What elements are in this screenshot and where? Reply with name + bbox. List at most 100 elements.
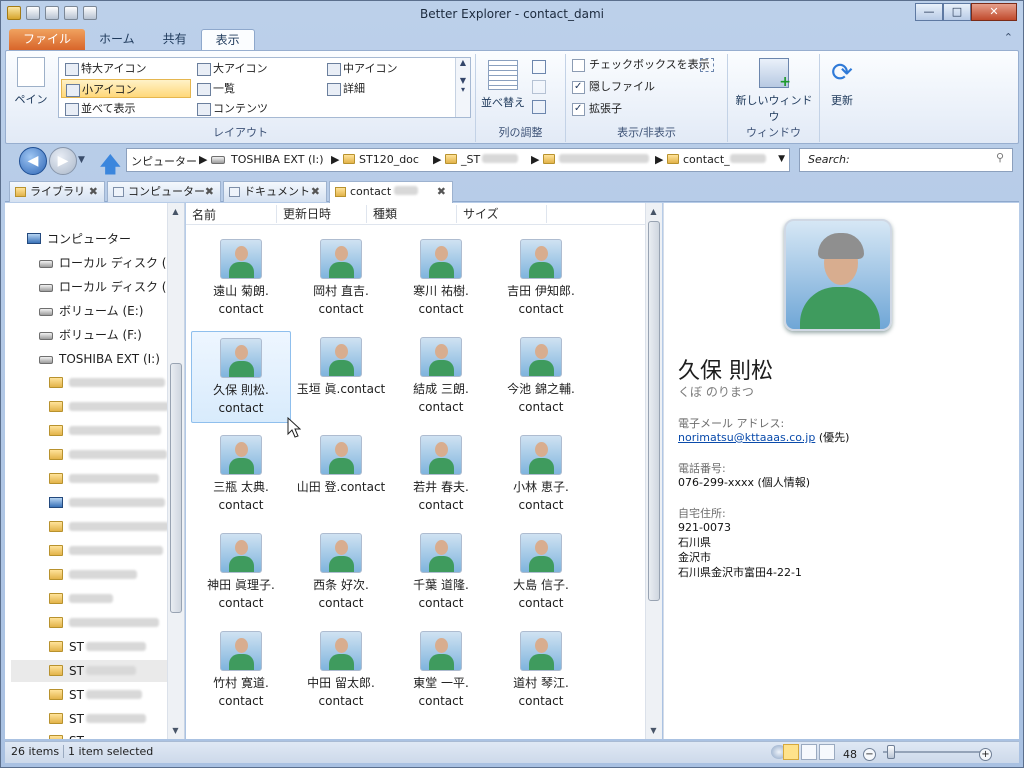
tab-share[interactable]: 共有 [149, 29, 201, 50]
scroll-thumb[interactable] [648, 221, 660, 601]
column-modified[interactable]: 更新日時 [276, 205, 331, 223]
scroll-down-icon[interactable]: ▼ [168, 726, 183, 735]
contact-file-tile[interactable]: 玉垣 眞.contact [291, 331, 391, 423]
layout-small-icons[interactable]: 小アイコン [61, 79, 191, 98]
contact-file-tile[interactable]: 竹村 寛道. contact [191, 625, 291, 717]
view-icons-button[interactable] [783, 744, 799, 760]
close-tab-icon[interactable]: ✖ [437, 182, 446, 201]
file-name: 中田 留太郎. [307, 676, 375, 690]
layout-large-icons[interactable]: 大アイコン [193, 59, 323, 78]
crumb-computer[interactable]: ンピューター [131, 153, 197, 169]
contact-file-tile[interactable]: 寒川 祐樹. contact [391, 233, 491, 325]
scroll-thumb[interactable] [170, 363, 182, 613]
folder-icon [49, 593, 63, 604]
maximize-button[interactable]: □ [943, 3, 971, 21]
crumb-st[interactable]: _ST [445, 153, 519, 166]
contact-file-tile[interactable]: 道村 琴江. contact [491, 625, 591, 717]
layout-details[interactable]: 詳細 [323, 79, 453, 98]
view-details-button[interactable] [801, 744, 817, 760]
add-columns-icon[interactable] [532, 80, 546, 94]
address-bar[interactable]: ンピューター ▶ TOSHIBA EXT (I:) ▶ ST120_doc ▶ … [126, 148, 790, 172]
new-window-button[interactable]: + 新しいウィンドウ [734, 58, 814, 124]
zoom-out-button[interactable]: − [863, 748, 876, 761]
contact-file-tile[interactable]: 東堂 一平. contact [391, 625, 491, 717]
contact-file-tile[interactable]: 結成 三朗. contact [391, 331, 491, 423]
blurred-text [69, 402, 169, 411]
close-button[interactable]: ✕ [971, 3, 1017, 21]
nav-folder-st-selected[interactable]: ST [11, 660, 167, 682]
crumb-st120[interactable]: ST120_doc [343, 153, 419, 166]
contact-file-tile[interactable]: 若井 春夫. contact [391, 429, 491, 521]
column-type[interactable]: 種類 [366, 205, 397, 223]
crumb-separator-icon[interactable]: ▶ [331, 153, 339, 166]
contact-file-tile[interactable]: 今池 錦之輔. contact [491, 331, 591, 423]
crumb-blurred[interactable] [543, 153, 649, 166]
layout-medium-icons[interactable]: 中アイコン [323, 59, 453, 78]
contact-file-tile[interactable]: 西条 好次. contact [291, 527, 391, 619]
search-icon[interactable]: ⚲ [996, 151, 1004, 164]
size-columns-icon[interactable] [532, 100, 546, 114]
history-dropdown-icon[interactable]: ▼ [78, 155, 85, 165]
contact-file-tile[interactable]: 大島 信子. contact [491, 527, 591, 619]
scroll-up-icon[interactable]: ▲ [168, 207, 183, 216]
contact-file-tile[interactable]: 岡村 直吉. contact [291, 233, 391, 325]
crumb-separator-icon[interactable]: ▶ [433, 153, 441, 166]
gallery-scroll[interactable]: ▲ ▼ ▾ [455, 58, 470, 117]
contact-file-tile[interactable]: 中田 留太郎. contact [291, 625, 391, 717]
scroll-down-icon[interactable]: ▼ [646, 726, 661, 735]
refresh-button[interactable]: ⟳ 更新 [824, 58, 860, 108]
scroll-up-icon[interactable]: ▲ [646, 207, 661, 216]
contact-file-tile[interactable]: 神田 眞理子. contact [191, 527, 291, 619]
back-button[interactable]: ◀ [19, 147, 47, 175]
tab-documents[interactable]: ドキュメント ✖ [223, 181, 327, 202]
content-scrollbar[interactable]: ▲ ▼ [645, 203, 662, 739]
tab-contact[interactable]: contact ✖ [329, 181, 453, 203]
contact-file-tile[interactable]: 吉田 伊知郎. contact [491, 233, 591, 325]
tab-home[interactable]: ホーム [85, 29, 149, 50]
crumb-separator-icon[interactable]: ▶ [655, 153, 663, 166]
contact-file-tile[interactable]: 千葉 道隆. contact [391, 527, 491, 619]
layout-tiles[interactable]: 並べて表示 [61, 99, 191, 118]
address-dropdown-icon[interactable]: ▼ [778, 154, 785, 164]
file-extensions-toggle[interactable]: 拡張子 [572, 100, 622, 118]
zoom-in-button[interactable]: + [979, 748, 992, 761]
contact-file-tile[interactable]: 三瓶 太典. contact [191, 429, 291, 521]
tab-file[interactable]: ファイル [9, 29, 86, 50]
nav-scrollbar[interactable]: ▲ ▼ [167, 203, 184, 739]
layout-extra-large-icons[interactable]: 特大アイコン [61, 59, 191, 78]
tab-library[interactable]: ライブラリ ✖ [9, 181, 105, 202]
tab-computer[interactable]: コンピューター ✖ [107, 181, 221, 202]
forward-button[interactable]: ▶ [49, 147, 77, 175]
item-checkboxes-toggle[interactable]: チェックボックスを表示 [572, 56, 710, 74]
contact-file-tile[interactable]: 遠山 菊朗. contact [191, 233, 291, 325]
sort-button[interactable]: 並べ替え [480, 60, 526, 110]
crumb-separator-icon[interactable]: ▶ [531, 153, 539, 166]
close-tab-icon[interactable]: ✖ [205, 182, 214, 201]
contact-file-tile[interactable]: 山田 登.contact [291, 429, 391, 521]
contact-file-tile[interactable]: 久保 則松. contact [191, 331, 291, 423]
crumb-separator-icon[interactable]: ▶ [199, 153, 207, 166]
hidden-items-toggle[interactable]: 隠しファイル [572, 78, 655, 96]
pane-button[interactable]: ペイン [14, 57, 48, 107]
zoom-track[interactable] [883, 751, 983, 753]
email-link[interactable]: norimatsu@kttaaas.co.jp [678, 431, 815, 444]
contact-file-tile[interactable]: 小林 恵子. contact [491, 429, 591, 521]
hide-selected-icon[interactable] [700, 58, 714, 72]
close-tab-icon[interactable]: ✖ [311, 182, 320, 201]
zoom-slider-handle[interactable] [887, 745, 895, 759]
close-tab-icon[interactable]: ✖ [89, 182, 98, 201]
layout-content[interactable]: コンテンツ [193, 99, 323, 118]
column-name[interactable]: 名前 [192, 206, 216, 223]
crumb-contact[interactable]: contact_ [667, 153, 766, 166]
column-size[interactable]: サイズ [456, 205, 499, 223]
group-by-icon[interactable] [532, 60, 546, 74]
tab-view[interactable]: 表示 [200, 29, 255, 50]
minimize-button[interactable]: — [915, 3, 943, 21]
ribbon-collapse-icon[interactable]: ⌃ [1004, 31, 1013, 44]
nav-computer[interactable]: コンピューター [27, 228, 189, 250]
view-list-button[interactable] [819, 744, 835, 760]
address-row: ◀ ▶ ▼ 🡅 ンピューター ▶ TOSHIBA EXT (I:) ▶ ST12… [5, 144, 1019, 178]
search-input[interactable]: Search: ⚲ [799, 148, 1013, 172]
layout-list[interactable]: 一覧 [193, 79, 323, 98]
crumb-drive[interactable]: TOSHIBA EXT (I:) [211, 153, 324, 166]
